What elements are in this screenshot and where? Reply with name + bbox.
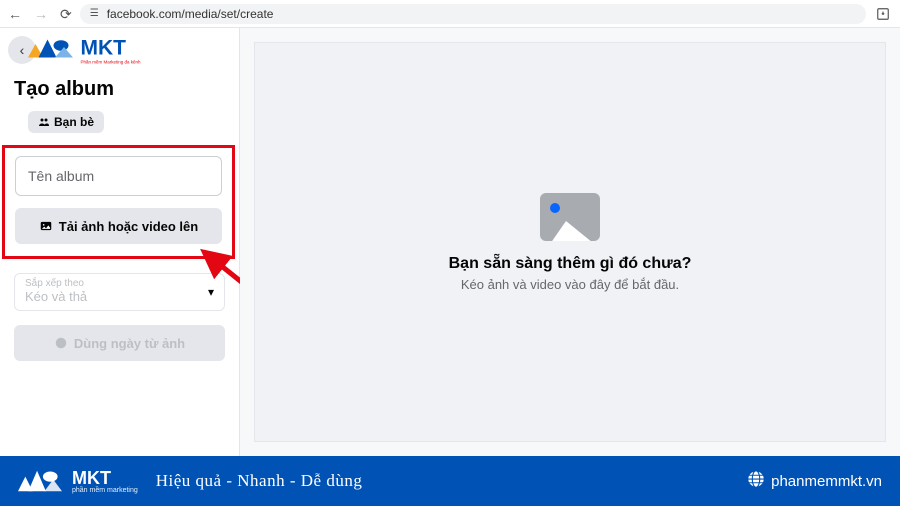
- page-title: Tạo album: [0, 72, 239, 111]
- chevron-down-icon: ▾: [208, 285, 214, 299]
- friends-icon: [38, 116, 50, 128]
- preview-area: Bạn sẵn sàng thêm gì đó chưa? Kéo ảnh và…: [240, 28, 900, 456]
- svg-text:Phần mềm Marketing đa kênh: Phần mềm Marketing đa kênh: [81, 60, 142, 65]
- footer-banner: MKT phần mềm marketing Hiệu quả - Nhanh …: [0, 456, 900, 506]
- privacy-selector[interactable]: Bạn bè: [28, 111, 104, 133]
- forward-icon[interactable]: →: [34, 7, 48, 21]
- highlight-region: Tải ảnh hoặc video lên: [2, 145, 235, 259]
- sort-label: Sắp xếp theo: [25, 278, 214, 289]
- footer-url-text: phanmemmkt.vn: [771, 473, 882, 490]
- use-photo-date-button: Dùng ngày từ ảnh: [14, 325, 225, 361]
- footer-brand: MKT: [72, 469, 138, 487]
- globe-icon: [747, 470, 765, 492]
- footer-logo: MKT phần mềm marketing: [18, 464, 138, 498]
- date-label: Dùng ngày từ ảnh: [74, 336, 185, 351]
- empty-title: Bạn sẵn sàng thêm gì đó chưa?: [449, 255, 692, 273]
- upload-button[interactable]: Tải ảnh hoặc video lên: [15, 208, 222, 244]
- url-text: facebook.com/media/set/create: [107, 7, 274, 21]
- footer-url[interactable]: phanmemmkt.vn: [747, 470, 882, 492]
- mkt-logo: MKT Phần mềm Marketing đa kênh: [28, 32, 178, 68]
- calendar-icon: [54, 336, 68, 350]
- sort-value: Kéo và thả: [25, 289, 214, 304]
- address-bar[interactable]: ☰ facebook.com/media/set/create: [80, 4, 866, 24]
- album-name-input[interactable]: [15, 156, 222, 196]
- install-app-icon[interactable]: [874, 5, 892, 23]
- svg-text:MKT: MKT: [81, 37, 127, 60]
- footer-brand-sub: phần mềm marketing: [72, 487, 138, 494]
- browser-bar: ← → ⟳ ☰ facebook.com/media/set/create: [0, 0, 900, 28]
- sort-selector[interactable]: Sắp xếp theo Kéo và thả ▾: [14, 273, 225, 311]
- create-album-sidebar: ‹ MKT Phần mềm Marketing đa kênh Tạo alb…: [0, 28, 240, 456]
- image-placeholder-icon: [540, 193, 600, 241]
- drop-zone[interactable]: Bạn sẵn sàng thêm gì đó chưa? Kéo ảnh và…: [254, 42, 886, 442]
- reload-icon[interactable]: ⟳: [60, 7, 72, 21]
- privacy-label: Bạn bè: [54, 115, 94, 129]
- upload-label: Tải ảnh hoặc video lên: [59, 219, 198, 234]
- upload-icon: [39, 219, 53, 233]
- empty-subtitle: Kéo ảnh và video vào đây để bắt đầu.: [461, 277, 679, 292]
- footer-tagline: Hiệu quả - Nhanh - Dễ dùng: [156, 471, 363, 491]
- site-info-icon[interactable]: ☰: [90, 8, 99, 19]
- back-icon[interactable]: ←: [8, 7, 22, 21]
